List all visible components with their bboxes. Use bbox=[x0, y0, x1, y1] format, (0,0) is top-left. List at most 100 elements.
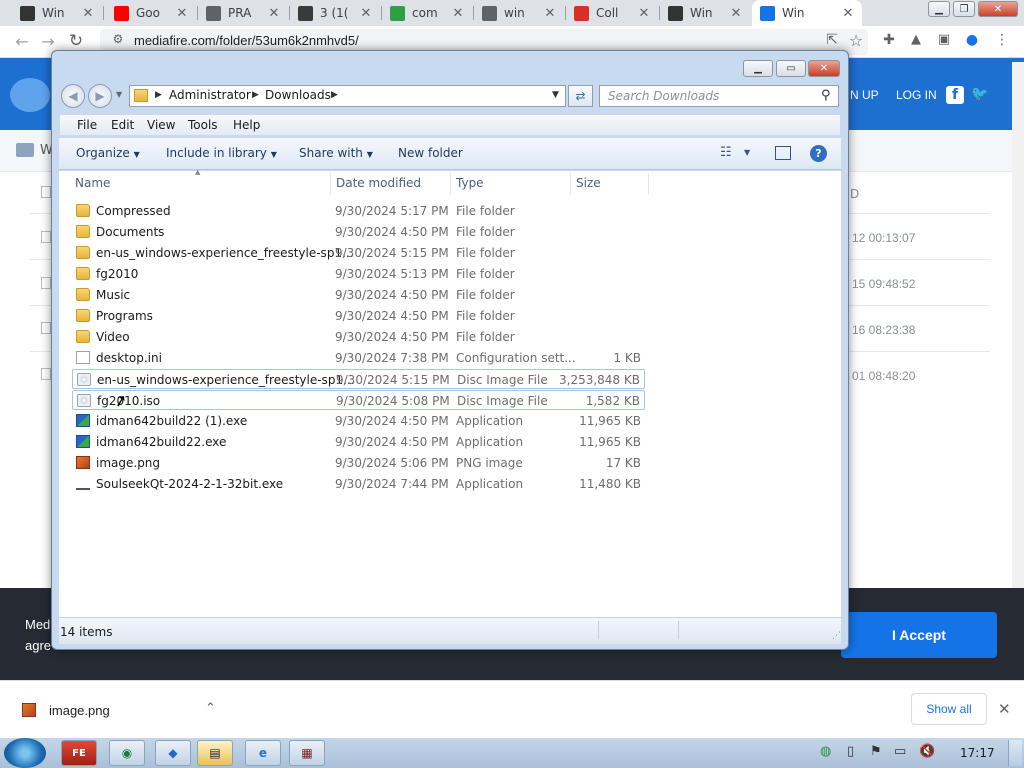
view-options-icon[interactable]: ☷ bbox=[720, 145, 732, 160]
site-info-icon[interactable]: ⚙ bbox=[108, 32, 128, 46]
accept-cookies-button[interactable]: I Accept bbox=[841, 612, 997, 658]
chevron-down-icon[interactable]: ▼ bbox=[744, 148, 750, 157]
column-header-date-modified[interactable]: Date modified bbox=[336, 176, 421, 190]
download-filename[interactable]: image.png bbox=[49, 703, 110, 718]
browser-tab[interactable]: Win ✕ bbox=[12, 0, 102, 26]
breadcrumb-downloads[interactable]: Downloads bbox=[265, 88, 331, 102]
refresh-icon[interactable]: ⇄ bbox=[568, 85, 593, 107]
column-divider[interactable] bbox=[330, 173, 331, 195]
select-all-checkbox[interactable] bbox=[41, 186, 51, 198]
taskbar-clock[interactable]: 17:17 bbox=[960, 746, 995, 760]
file-row[interactable]: idman642build22.exe 9/30/2024 4:50 PM Appl… bbox=[72, 432, 645, 452]
signup-link[interactable]: N UP bbox=[850, 88, 879, 102]
minimize-button[interactable]: ▁ bbox=[928, 1, 950, 17]
column-divider[interactable] bbox=[648, 173, 649, 195]
tray-flag-icon[interactable]: ⚑ bbox=[870, 744, 882, 759]
file-row[interactable]: Programs 9/30/2024 4:50 PM File folder bbox=[72, 306, 645, 326]
close-tab-icon[interactable]: ✕ bbox=[728, 6, 744, 21]
tray-volume-muted-icon[interactable]: 🔇 bbox=[919, 744, 935, 759]
forward-arrow-icon[interactable]: ▶ bbox=[88, 84, 112, 108]
lab-flask-icon[interactable]: ▲ bbox=[906, 32, 926, 47]
menu-help[interactable]: Help bbox=[233, 118, 260, 132]
side-panel-icon[interactable]: ▣ bbox=[934, 32, 954, 47]
menu-view[interactable]: View bbox=[147, 118, 175, 132]
breadcrumb-administrator[interactable]: Administrator bbox=[169, 88, 251, 102]
chevron-right-icon[interactable]: ▶ bbox=[331, 90, 338, 100]
reload-icon[interactable]: ↻ bbox=[66, 31, 86, 51]
file-row[interactable]: Video 9/30/2024 4:50 PM File folder bbox=[72, 327, 645, 347]
show-desktop-button[interactable] bbox=[1008, 740, 1022, 766]
close-tab-icon[interactable]: ✕ bbox=[80, 6, 96, 21]
preview-pane-icon[interactable] bbox=[775, 146, 791, 160]
row-checkbox[interactable] bbox=[41, 277, 51, 289]
browser-tab[interactable]: com ✕ bbox=[382, 0, 472, 26]
recent-pages-chevron-icon[interactable]: ▼ bbox=[116, 90, 122, 99]
explorer-maximize-button[interactable]: ▭ bbox=[776, 60, 806, 77]
winrar-taskbar-icon[interactable]: ▦ bbox=[289, 740, 325, 766]
close-shelf-icon[interactable]: ✕ bbox=[998, 700, 1011, 718]
close-window-button[interactable]: ✕ bbox=[978, 1, 1018, 17]
menu-tools[interactable]: Tools bbox=[188, 118, 218, 132]
search-icon[interactable]: ⚲ bbox=[821, 88, 831, 103]
browser-tab[interactable]: win ✕ bbox=[474, 0, 564, 26]
idm-taskbar-icon[interactable]: ◆ bbox=[155, 740, 191, 766]
tray-document-icon[interactable]: ▯ bbox=[847, 744, 854, 759]
show-all-button[interactable]: Show all bbox=[911, 693, 987, 725]
fg-app-taskbar-icon[interactable]: FE bbox=[61, 740, 97, 766]
mediafire-logo-icon[interactable] bbox=[10, 78, 50, 112]
file-row[interactable]: desktop.ini 9/30/2024 7:38 PM Configuratio… bbox=[72, 348, 645, 368]
share-with-button[interactable]: Share with ▼ bbox=[299, 146, 373, 160]
start-button-icon[interactable] bbox=[4, 738, 46, 768]
explorer-taskbar-icon[interactable]: ▤ bbox=[197, 740, 233, 766]
browser-tab[interactable]: Coll ✕ bbox=[566, 0, 658, 26]
row-checkbox[interactable] bbox=[41, 368, 51, 380]
close-tab-icon[interactable]: ✕ bbox=[840, 6, 856, 21]
close-tab-icon[interactable]: ✕ bbox=[450, 6, 466, 21]
browser-tab[interactable]: Win ✕ bbox=[660, 0, 750, 26]
help-icon[interactable]: ? bbox=[810, 145, 827, 162]
organize-button[interactable]: Organize ▼ bbox=[76, 146, 140, 160]
file-row[interactable]: Documents 9/30/2024 4:50 PM File folder bbox=[72, 222, 645, 242]
url-text[interactable]: mediafire.com/folder/53um6k2nmhvd5/ bbox=[134, 33, 359, 48]
tray-network-icon[interactable]: ◍ bbox=[820, 744, 831, 759]
back-icon[interactable]: ← bbox=[12, 32, 32, 51]
address-dropdown-icon[interactable]: ▼ bbox=[552, 90, 559, 100]
file-row[interactable]: en-us_windows-experience_freestyle-sp1..… bbox=[72, 243, 645, 263]
close-tab-icon[interactable]: ✕ bbox=[636, 6, 652, 21]
back-arrow-icon[interactable]: ◀ bbox=[61, 84, 85, 108]
close-tab-icon[interactable]: ✕ bbox=[174, 6, 190, 21]
browser-tab[interactable]: Win ✕ bbox=[752, 0, 862, 26]
menu-kebab-icon[interactable]: ⋮ bbox=[992, 32, 1012, 48]
row-checkbox[interactable] bbox=[41, 322, 51, 334]
column-header-type[interactable]: Type bbox=[456, 176, 484, 190]
column-header-name[interactable]: Name bbox=[75, 176, 110, 190]
explorer-close-button[interactable]: ✕ bbox=[808, 60, 840, 77]
page-scrollbar[interactable] bbox=[1012, 62, 1024, 672]
close-tab-icon[interactable]: ✕ bbox=[266, 6, 282, 21]
column-divider[interactable] bbox=[450, 173, 451, 195]
file-row[interactable]: Music 9/30/2024 4:50 PM File folder bbox=[72, 285, 645, 305]
file-row[interactable]: SoulseekQt-2024-2-1-32bit.exe 9/30/2024 7… bbox=[72, 474, 645, 494]
share-icon[interactable]: ⇱ bbox=[822, 32, 842, 48]
internet-explorer-taskbar-icon[interactable]: e bbox=[245, 740, 281, 766]
login-link[interactable]: LOG IN bbox=[896, 88, 937, 102]
file-row[interactable]: en-us_windows-experience_freestyle-sp1..… bbox=[72, 369, 645, 389]
file-row[interactable]: image.png 9/30/2024 5:06 PM PNG image 17 KB bbox=[72, 453, 645, 473]
resize-grip-icon[interactable]: ⋰ bbox=[832, 631, 841, 641]
browser-tab[interactable]: PRA ✕ bbox=[198, 0, 288, 26]
bookmark-star-icon[interactable]: ☆ bbox=[846, 31, 866, 50]
row-checkbox[interactable] bbox=[41, 231, 51, 243]
explorer-minimize-button[interactable]: ▁ bbox=[743, 60, 773, 77]
menu-edit[interactable]: Edit bbox=[111, 118, 134, 132]
close-tab-icon[interactable]: ✕ bbox=[358, 6, 374, 21]
forward-icon[interactable]: → bbox=[38, 32, 58, 51]
file-row[interactable]: idman642build22 (1).exe 9/30/2024 4:50 PM… bbox=[72, 411, 645, 431]
include-in-library-button[interactable]: Include in library ▼ bbox=[166, 146, 277, 160]
chevron-up-icon[interactable]: ⌃ bbox=[205, 701, 216, 716]
column-header-size[interactable]: Size bbox=[576, 176, 601, 190]
profile-icon[interactable]: ● bbox=[962, 32, 982, 48]
column-divider[interactable] bbox=[570, 173, 571, 195]
extensions-icon[interactable]: ✚ bbox=[879, 32, 899, 48]
facebook-icon[interactable]: f bbox=[946, 86, 964, 104]
search-downloads-input[interactable]: Search Downloads bbox=[599, 85, 839, 107]
